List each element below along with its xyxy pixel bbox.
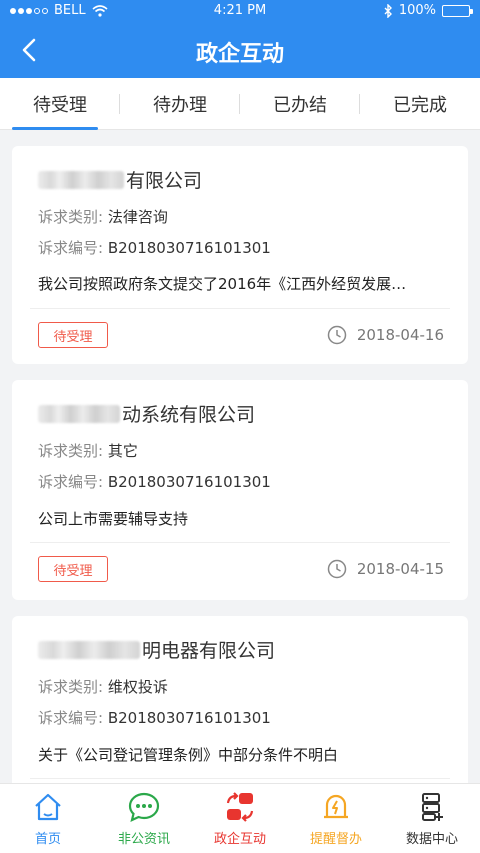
company-name: 明电器有限公司 [38, 636, 275, 663]
battery-icon [442, 4, 473, 17]
nav-alerts[interactable]: 提醒督办 [288, 784, 384, 853]
number-value: B2018030716101301 [107, 473, 271, 491]
status-bar: BELL 4:21 PM 100% [0, 0, 480, 22]
tab-concluded[interactable]: 已办结 [240, 78, 360, 129]
category-label: 诉求类别: [38, 678, 104, 696]
request-list: 有限公司 诉求类别: 法律咨询 诉求编号: B2018030716101301 … [0, 130, 480, 783]
number-row: 诉求编号: B2018030716101301 [38, 471, 271, 492]
date-value: 2018-04-16 [356, 326, 444, 344]
request-description: 我公司按照政府条文提交了2016年《江西外经贸发展… [38, 275, 407, 293]
date-row: 2018-04-15 [327, 559, 444, 579]
request-card[interactable]: 有限公司 诉求类别: 法律咨询 诉求编号: B2018030716101301 … [12, 146, 468, 364]
date-value: 2018-04-15 [356, 560, 444, 578]
category-row: 诉求类别: 维权投诉 [38, 676, 168, 697]
redacted-text [38, 404, 120, 423]
tab-label: 待办理 [153, 94, 207, 116]
number-row: 诉求编号: B2018030716101301 [38, 237, 271, 258]
tab-pending-accept[interactable]: 待受理 [0, 78, 120, 130]
company-name: 有限公司 [38, 166, 202, 193]
alert-icon [324, 794, 348, 819]
battery-percent: 100% [398, 3, 436, 18]
nav-news[interactable]: 非公资讯 [96, 784, 192, 853]
clock-icon [327, 559, 347, 579]
bluetooth-icon [384, 3, 392, 18]
page-title: 政企互动 [195, 42, 284, 67]
tab-completed[interactable]: 已完成 [360, 78, 480, 129]
request-card[interactable]: 动系统有限公司 诉求类别: 其它 诉求编号: B2018030716101301… [12, 380, 468, 600]
nav-home[interactable]: 首页 [0, 784, 96, 853]
card-divider [30, 542, 450, 543]
number-value: B2018030716101301 [107, 709, 271, 727]
category-label: 诉求类别: [38, 442, 104, 460]
redacted-text [38, 170, 124, 189]
date-row: 2018-04-16 [327, 325, 444, 345]
category-value: 维权投诉 [107, 678, 168, 696]
request-card[interactable]: 明电器有限公司 诉求类别: 维权投诉 诉求编号: B20180307161013… [12, 616, 468, 783]
category-row: 诉求类别: 法律咨询 [38, 206, 168, 227]
redacted-text [38, 640, 140, 659]
category-value: 其它 [107, 442, 138, 460]
tab-label: 已完成 [393, 94, 447, 116]
bottom-nav: 首页 非公资讯 政企互动 提醒督办 数据中心 [0, 783, 480, 853]
nav-data-center[interactable]: 数据中心 [384, 784, 480, 853]
request-description: 关于《公司登记管理条例》中部分条件不明白 [38, 746, 339, 764]
category-value: 法律咨询 [107, 208, 168, 226]
tab-label: 待受理 [33, 94, 87, 116]
card-divider [30, 778, 450, 779]
top-bar: BELL 4:21 PM 100% 政企互动 [0, 0, 480, 78]
tab-bar: 待受理 待办理 已办结 已完成 [0, 78, 480, 130]
status-right: 100% [383, 3, 473, 18]
card-divider [30, 308, 450, 309]
number-value: B2018030716101301 [107, 239, 271, 257]
clock-icon [327, 325, 347, 345]
nav-label: 提醒督办 [309, 832, 362, 847]
category-row: 诉求类别: 其它 [38, 440, 138, 461]
home-icon [35, 793, 61, 821]
nav-label: 数据中心 [405, 832, 458, 847]
header: 政企互动 [0, 22, 480, 78]
nav-label: 非公资讯 [117, 832, 170, 847]
tab-label: 已办结 [273, 94, 327, 116]
request-description: 公司上市需要辅导支持 [38, 510, 189, 528]
nav-interaction[interactable]: 政企互动 [192, 784, 288, 853]
status-badge: 待受理 [38, 556, 108, 582]
chat-icon [128, 792, 160, 822]
nav-label: 首页 [34, 832, 61, 847]
interaction-icon [226, 792, 254, 822]
data-icon [422, 793, 443, 821]
number-label: 诉求编号: [38, 473, 104, 491]
company-name: 动系统有限公司 [38, 400, 255, 427]
tab-pending-process[interactable]: 待办理 [120, 78, 240, 129]
number-label: 诉求编号: [38, 709, 104, 727]
number-label: 诉求编号: [38, 239, 104, 257]
nav-label: 政企互动 [213, 832, 266, 847]
category-label: 诉求类别: [38, 208, 104, 226]
status-badge: 待受理 [38, 322, 108, 348]
number-row: 诉求编号: B2018030716101301 [38, 707, 271, 728]
